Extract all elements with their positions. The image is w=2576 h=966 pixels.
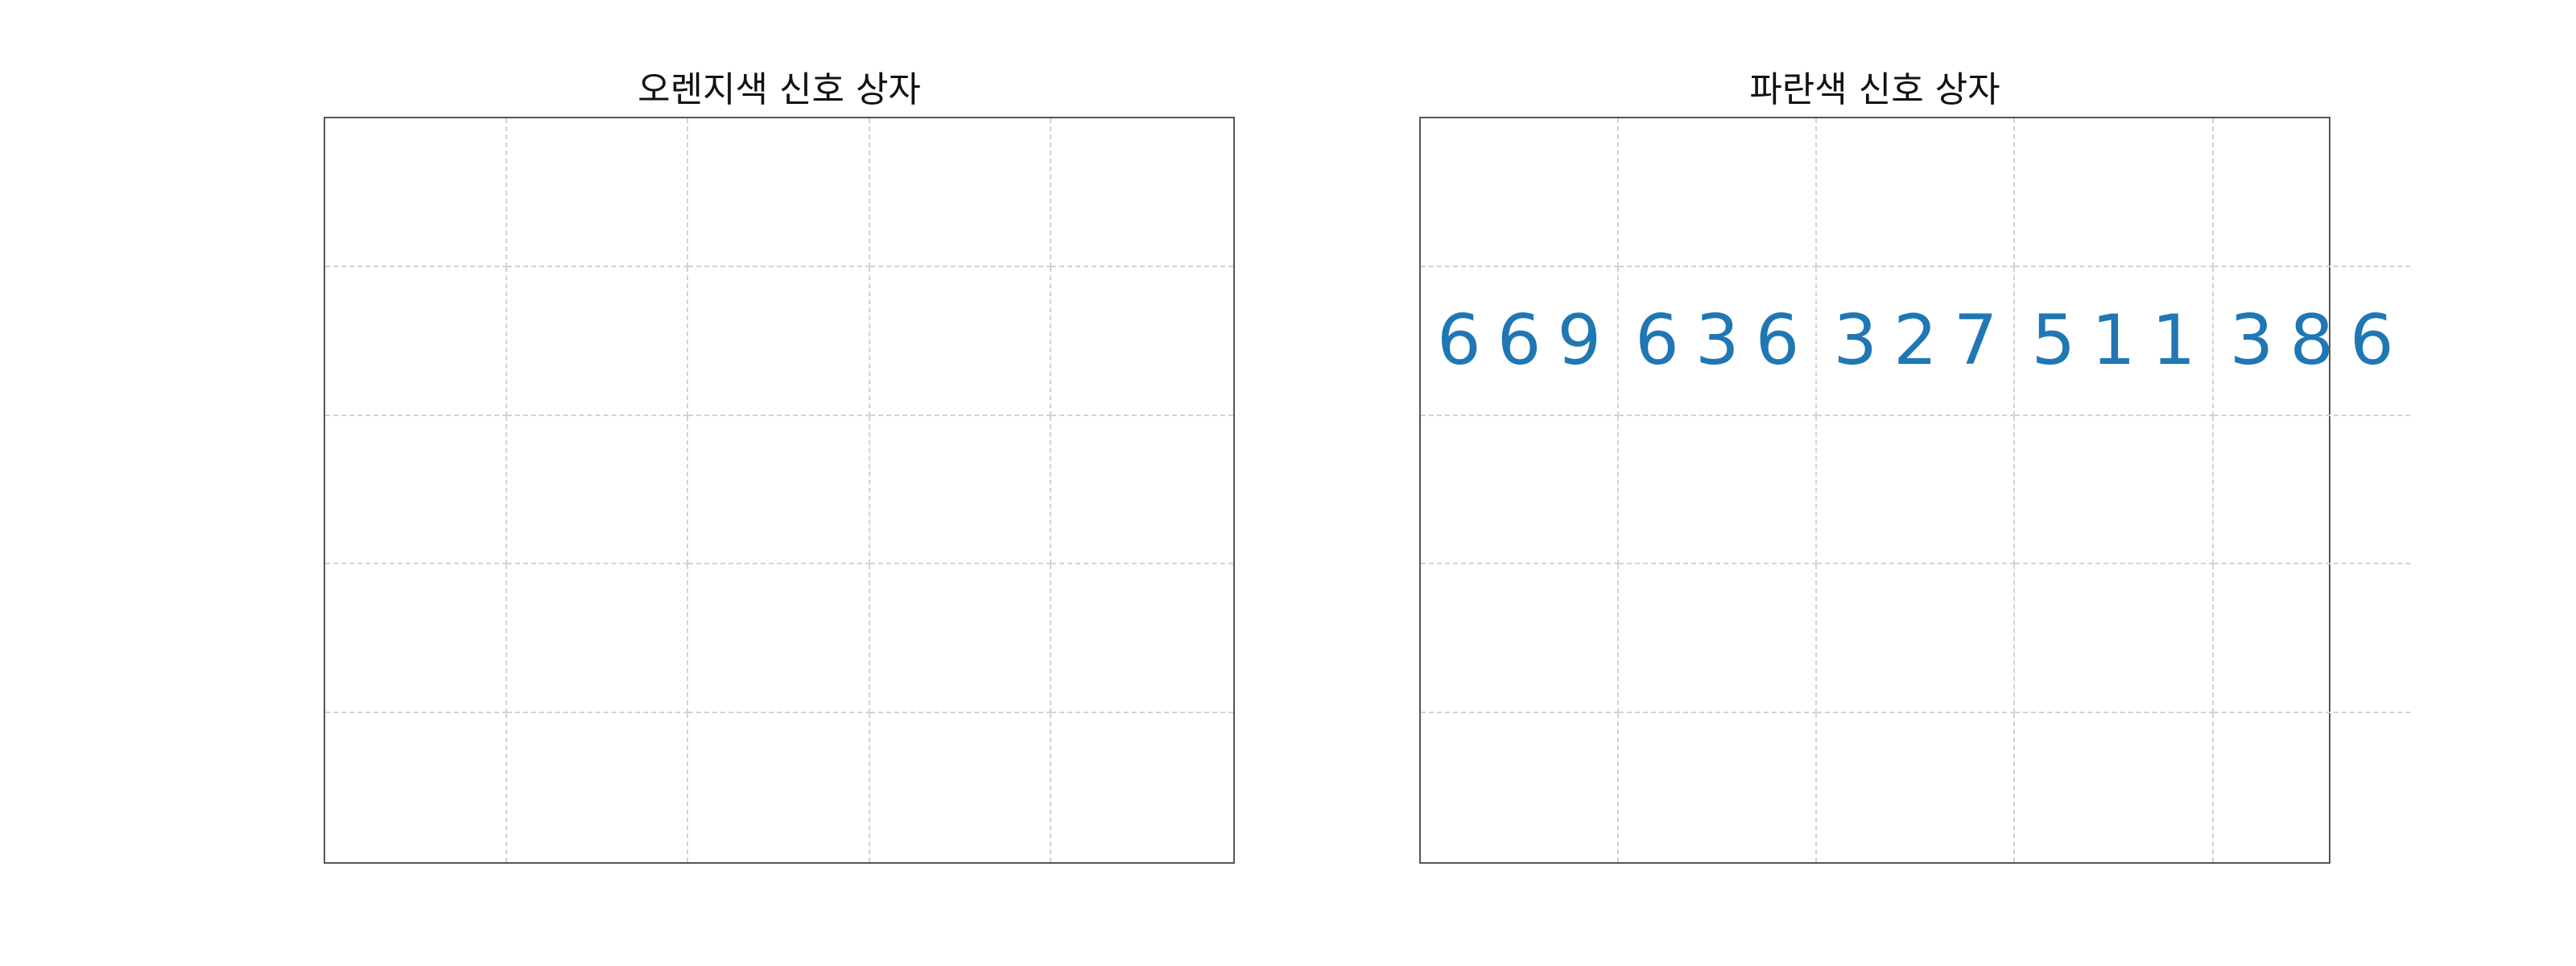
figure: 오렌지색 신호 상자 파란색 신호 상자 669 636 327 511 386 xyxy=(0,0,2576,966)
grid-cell xyxy=(1817,564,2016,714)
signal-grid: 669 636 327 511 386 xyxy=(1419,117,2410,864)
grid-cell xyxy=(2213,118,2410,267)
grid-cell xyxy=(688,415,870,565)
grid-cell xyxy=(325,564,507,714)
blue-signal-box-panel: 파란색 신호 상자 669 636 327 511 386 xyxy=(1419,0,2410,886)
grid-cell: 386 xyxy=(2213,267,2410,416)
grid-cell xyxy=(688,713,870,862)
grid-cell: 636 xyxy=(1619,266,1818,416)
grid-cell xyxy=(1421,415,1620,565)
grid-cell xyxy=(506,415,689,565)
grid-cell xyxy=(325,266,507,416)
grid-cell xyxy=(1619,118,1818,267)
grid-cell: 511 xyxy=(2015,266,2214,416)
grid-cell xyxy=(2015,564,2214,714)
panel-title: 파란색 신호 상자 xyxy=(1749,69,2000,110)
grid-cell xyxy=(869,266,1052,416)
grid-cell xyxy=(325,118,507,267)
grid-cell xyxy=(2214,713,2410,862)
grid-cell xyxy=(1817,415,2016,565)
grid-cell xyxy=(2213,416,2410,565)
grid-cell xyxy=(870,713,1052,862)
grid-cell xyxy=(325,713,507,862)
grid-cell xyxy=(688,564,870,714)
grid-cell xyxy=(688,266,870,416)
grid-cell xyxy=(1619,415,1818,565)
grid-cell xyxy=(506,564,689,714)
grid-cell xyxy=(869,415,1052,565)
grid-cell xyxy=(506,266,689,416)
grid-cell xyxy=(506,118,689,267)
grid-cell xyxy=(688,118,870,267)
grid-cell: 327 xyxy=(1817,266,2016,416)
grid-cell xyxy=(1817,713,2016,862)
grid-cell xyxy=(1421,118,1620,267)
grid-cell xyxy=(1051,118,1233,267)
grid-cell xyxy=(2213,564,2410,714)
grid-cell: 669 xyxy=(1421,266,1620,416)
grid-cell xyxy=(507,713,689,862)
grid-cell xyxy=(1051,564,1233,714)
grid-cell xyxy=(2015,118,2214,267)
orange-signal-box-panel: 오렌지색 신호 상자 xyxy=(324,0,1235,886)
grid-cell xyxy=(1051,416,1233,565)
grid-cell xyxy=(1619,564,1818,714)
signal-grid xyxy=(324,117,1235,864)
grid-cell xyxy=(1421,713,1620,862)
panel-title: 오렌지색 신호 상자 xyxy=(638,69,921,110)
grid-cell xyxy=(869,564,1052,714)
grid-cell xyxy=(869,118,1052,267)
grid-cell xyxy=(1817,118,2016,267)
grid-cell xyxy=(1421,564,1620,714)
grid-cell xyxy=(2015,713,2214,862)
grid-cell xyxy=(1619,713,1818,862)
grid-cell xyxy=(1051,267,1233,416)
grid-cell xyxy=(2015,415,2214,565)
grid-cell xyxy=(325,415,507,565)
grid-cell xyxy=(1051,713,1233,862)
